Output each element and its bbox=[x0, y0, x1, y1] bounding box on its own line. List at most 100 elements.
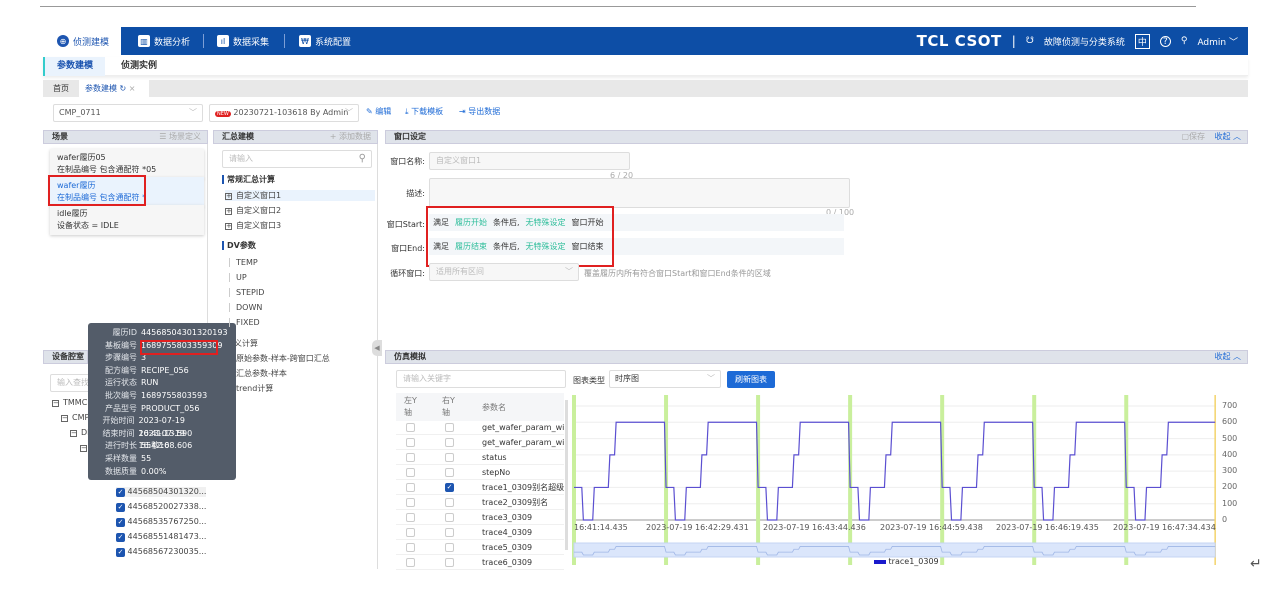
record-item[interactable]: ✓ 44568551481473... bbox=[116, 532, 206, 542]
add-data-button[interactable]: + 添加数据 bbox=[330, 131, 371, 143]
checkbox-checked[interactable]: ✓ bbox=[116, 488, 125, 497]
calc-item[interactable]: 原始参数-样本-跨窗口汇总 bbox=[236, 353, 330, 364]
right-y-checkbox[interactable] bbox=[445, 513, 454, 522]
nav-system-config[interactable]: ₩ 系统配置 bbox=[299, 27, 351, 55]
left-y-checkbox[interactable] bbox=[406, 528, 415, 537]
user-menu[interactable]: Admin ﹀ bbox=[1197, 35, 1238, 48]
close-icon[interactable]: × bbox=[129, 84, 136, 93]
window-item[interactable]: + 自定义窗口2 bbox=[225, 205, 281, 216]
expand-icon[interactable]: + bbox=[225, 208, 232, 215]
record-item[interactable]: ✓ 44568535767250... bbox=[116, 517, 206, 527]
param-name: trace5_0309 bbox=[482, 543, 533, 552]
tooltip-value: RUN bbox=[141, 378, 159, 388]
right-y-checkbox[interactable] bbox=[445, 438, 454, 447]
record-item[interactable]: ✓ 44568567230035... bbox=[116, 547, 206, 557]
left-y-checkbox[interactable] bbox=[406, 468, 415, 477]
collapse-handle[interactable]: ◀ bbox=[372, 340, 382, 356]
left-y-checkbox[interactable] bbox=[406, 453, 415, 462]
left-y-checkbox[interactable] bbox=[406, 543, 415, 552]
param-search-input[interactable]: 请输入关键字 bbox=[396, 370, 566, 388]
record-item[interactable]: ✓ 44568504301320... bbox=[116, 487, 207, 497]
left-y-checkbox[interactable] bbox=[406, 438, 415, 447]
model-select[interactable]: CMP_0711 ﹀ bbox=[53, 104, 203, 122]
right-y-checkbox[interactable] bbox=[445, 423, 454, 432]
subnav-detect-instance[interactable]: 侦测实例 bbox=[121, 57, 157, 76]
right-y-checkbox[interactable] bbox=[445, 558, 454, 567]
record-item[interactable]: ✓ 44568520027338... bbox=[116, 502, 206, 512]
equipment-search-input[interactable]: 输入查找 bbox=[50, 374, 90, 392]
zoom-slider bbox=[573, 542, 1216, 558]
chart-legend[interactable]: trace1_0309 bbox=[874, 557, 939, 566]
checkbox-checked[interactable]: ✓ bbox=[116, 533, 125, 542]
nav-data-analysis[interactable]: ▥ 数据分析 bbox=[138, 27, 190, 55]
scene-define-button[interactable]: ☰ 场景定义 bbox=[159, 131, 201, 143]
dv-param-item[interactable]: FIXED bbox=[229, 318, 260, 327]
edit-label: 编辑 bbox=[375, 107, 392, 116]
tooltip-value: 0.00% bbox=[141, 466, 167, 476]
dv-param-item[interactable]: UP bbox=[229, 273, 247, 282]
nav-detect-model[interactable]: ⊕ 侦测建模 bbox=[43, 27, 121, 55]
right-y-checkbox[interactable] bbox=[445, 543, 454, 552]
loop-window-select[interactable]: 适用所有区间 ﹀ bbox=[429, 263, 579, 281]
tooltip-value: 1689755803593 bbox=[141, 390, 208, 400]
tree-node[interactable]: − DI bbox=[70, 428, 90, 437]
version-select[interactable]: NEW 20230721-103618 By Admin ﹀ bbox=[209, 104, 359, 122]
export-data-button[interactable]: ⇥ 导出数据 bbox=[459, 103, 500, 121]
window-item[interactable]: + 自定义窗口3 bbox=[225, 220, 281, 231]
save-button[interactable]: ▢保存 bbox=[1181, 131, 1205, 143]
expand-icon[interactable]: + bbox=[225, 223, 232, 230]
chart-type-select[interactable]: 时序图 ﹀ bbox=[609, 370, 721, 388]
highlight-box bbox=[48, 175, 146, 206]
right-y-checkbox[interactable] bbox=[445, 528, 454, 537]
dv-param-item[interactable]: STEPID bbox=[229, 288, 264, 297]
dv-param-item[interactable]: DOWN bbox=[229, 303, 262, 312]
tooltip-key: 进行时长 bbox=[105, 441, 137, 451]
scene-card[interactable]: idle履历 设备状态 = IDLE bbox=[50, 205, 204, 235]
right-y-checkbox[interactable] bbox=[445, 453, 454, 462]
window-name-input[interactable]: 自定义窗口1 bbox=[429, 152, 630, 170]
expand-icon[interactable]: + bbox=[225, 193, 232, 200]
language-toggle[interactable]: 中 bbox=[1134, 33, 1150, 49]
help-icon[interactable]: ? bbox=[1159, 35, 1171, 47]
tab-bar: 首页 参数建模 ↻ × bbox=[43, 80, 1248, 97]
panel-title: 仿真模拟 bbox=[394, 352, 426, 361]
right-y-checkbox[interactable] bbox=[445, 468, 454, 477]
left-y-checkbox[interactable] bbox=[406, 483, 415, 492]
edit-button[interactable]: ✎ 编辑 bbox=[366, 103, 391, 121]
checkbox-checked[interactable]: ✓ bbox=[116, 548, 125, 557]
left-y-checkbox[interactable] bbox=[406, 513, 415, 522]
search-icon[interactable]: ⚲ bbox=[359, 151, 366, 167]
calc-item[interactable]: 汇总参数-样本 bbox=[236, 368, 287, 379]
group-heading: 常规汇总计算 bbox=[222, 175, 275, 184]
left-y-checkbox[interactable] bbox=[406, 498, 415, 507]
x-tick-label: 2023-07-19 16:44:59.438 bbox=[880, 523, 983, 532]
dv-param-item[interactable]: TEMP bbox=[229, 258, 258, 267]
right-y-checkbox[interactable] bbox=[445, 498, 454, 507]
description-textarea[interactable] bbox=[429, 178, 850, 208]
summary-search-input[interactable]: 请输入 ⚲ bbox=[222, 150, 372, 168]
checkbox-checked[interactable]: ✓ bbox=[116, 518, 125, 527]
tab-home[interactable]: 首页 bbox=[47, 80, 75, 97]
nav-data-collect[interactable]: ıl 数据采集 bbox=[217, 27, 269, 55]
collapse-button[interactable]: 收起 ︿ bbox=[1214, 131, 1241, 143]
left-y-checkbox[interactable] bbox=[406, 423, 415, 432]
tooltip-value: 44568504301320193 bbox=[141, 328, 228, 337]
left-y-checkbox[interactable] bbox=[406, 558, 415, 567]
calc-item[interactable]: trend计算 bbox=[236, 383, 273, 394]
right-y-checkbox[interactable]: ✓ bbox=[445, 483, 454, 492]
record-id: 44568567230035... bbox=[127, 547, 207, 556]
window-item[interactable]: + 自定义窗口1 bbox=[225, 190, 375, 201]
refresh-icon[interactable]: ↻ bbox=[120, 84, 127, 93]
tab-param-model[interactable]: 参数建模 ↻ × bbox=[79, 80, 149, 97]
tree-node[interactable]: − CMP bbox=[61, 413, 89, 422]
download-template-button[interactable]: ⤓ 下载模板 bbox=[405, 103, 443, 121]
select-value: 时序图 bbox=[615, 374, 639, 383]
collapse-button[interactable]: 收起 ︿ bbox=[1214, 351, 1241, 363]
param-row: trace2_0309别名 bbox=[396, 495, 564, 510]
refresh-chart-button[interactable]: 刷新图表 bbox=[727, 371, 775, 388]
tree-node[interactable]: − TMMC bbox=[52, 398, 87, 407]
param-name: trace2_0309别名 bbox=[482, 498, 549, 507]
subnav-param-model[interactable]: 参数建模 bbox=[43, 57, 105, 76]
scene-panel-header: 场景 ☰ 场景定义 bbox=[43, 130, 208, 144]
checkbox-checked[interactable]: ✓ bbox=[116, 503, 125, 512]
